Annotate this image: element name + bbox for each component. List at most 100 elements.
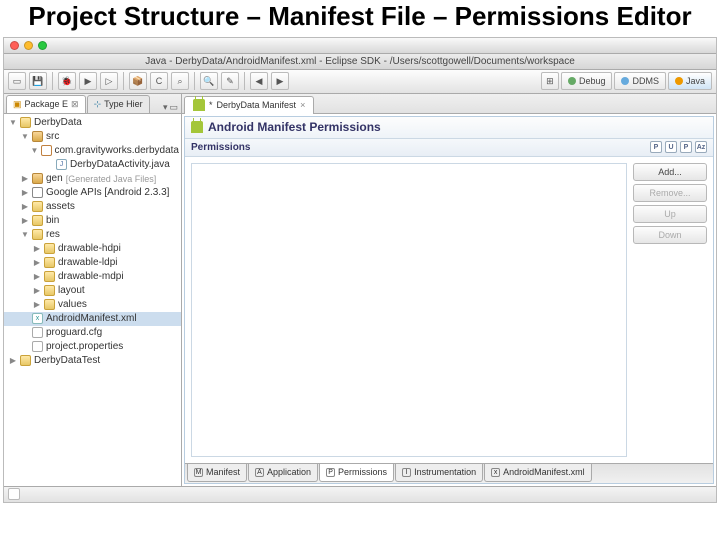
disclosure-icon[interactable]: ▶: [33, 244, 41, 253]
perspective-debug[interactable]: Debug: [561, 72, 613, 90]
folder-icon: [44, 243, 55, 254]
tree-item[interactable]: ▶ values: [4, 298, 181, 312]
tree-item[interactable]: ▼DerbyData: [4, 116, 181, 130]
disclosure-icon[interactable]: ▼: [21, 230, 29, 239]
permission-icon[interactable]: P: [650, 141, 662, 153]
run-button[interactable]: ▶: [79, 72, 97, 90]
tree-item-label: project.properties: [46, 341, 123, 352]
tree-item-label: proguard.cfg: [46, 327, 102, 338]
bottom-tab-androidmanifest-xml[interactable]: xAndroidManifest.xml: [484, 464, 592, 482]
new-package-button[interactable]: 📦: [129, 72, 147, 90]
tree-item[interactable]: project.properties: [4, 340, 181, 354]
disclosure-icon[interactable]: ▶: [21, 174, 29, 183]
tree-item-label: DerbyDataTest: [34, 355, 100, 366]
permissions-list[interactable]: [191, 163, 627, 457]
android-icon: [193, 99, 205, 111]
annotation-button[interactable]: ✎: [221, 72, 239, 90]
nav-fwd-button[interactable]: ▶: [271, 72, 289, 90]
tree-item[interactable]: ▶drawable-hdpi: [4, 242, 181, 256]
minimize-icon[interactable]: [24, 41, 33, 50]
perspective-ddms[interactable]: DDMS: [614, 72, 666, 90]
tab-package-explorer[interactable]: ▣ Package E ⊠: [6, 95, 86, 113]
disclosure-icon[interactable]: ▶: [21, 202, 29, 211]
tree-item[interactable]: ▶layout: [4, 284, 181, 298]
tree-item[interactable]: xAndroidManifest.xml: [4, 312, 181, 326]
disclosure-icon[interactable]: ▶: [33, 300, 41, 309]
run-ext-button[interactable]: ▷: [100, 72, 118, 90]
open-type-button[interactable]: ⌕: [171, 72, 189, 90]
disclosure-icon[interactable]: ▼: [21, 132, 29, 141]
editor-area: *DerbyData Manifest × Android Manifest P…: [182, 94, 716, 486]
ddms-icon: [621, 77, 629, 85]
tree-item[interactable]: ▶ bin: [4, 214, 181, 228]
disclosure-icon[interactable]: ▶: [21, 216, 29, 225]
disclosure-icon[interactable]: ▼: [31, 146, 39, 155]
tree-item[interactable]: ▼ res: [4, 228, 181, 242]
android-icon: [191, 121, 203, 133]
pkg-icon: [41, 145, 51, 156]
bottom-tab-application[interactable]: AApplication: [248, 464, 318, 482]
up-button[interactable]: Up: [633, 205, 707, 223]
permissions-section-header[interactable]: Permissions P U P Az: [185, 139, 713, 157]
save-button[interactable]: 💾: [29, 72, 47, 90]
java-icon: [675, 77, 683, 85]
zoom-icon[interactable]: [38, 41, 47, 50]
remove-button[interactable]: Remove...: [633, 184, 707, 202]
folder-icon: [32, 201, 43, 212]
folder-icon: [32, 215, 43, 226]
tree-item[interactable]: JDerbyDataActivity.java: [4, 158, 181, 172]
xml-icon: x: [32, 313, 43, 324]
tree-item-label: res: [46, 229, 60, 240]
down-button[interactable]: Down: [633, 226, 707, 244]
editor-tab-manifest[interactable]: *DerbyData Manifest ×: [184, 96, 314, 114]
close-icon[interactable]: [10, 41, 19, 50]
status-icon: [8, 488, 20, 500]
disclosure-icon[interactable]: ▼: [9, 118, 17, 127]
debug-button[interactable]: 🐞: [58, 72, 76, 90]
java-icon: J: [56, 159, 67, 170]
new-button[interactable]: ▭: [8, 72, 26, 90]
bottom-tab-instrumentation[interactable]: IInstrumentation: [395, 464, 483, 482]
folder-icon: [44, 285, 55, 296]
nav-back-button[interactable]: ◀: [250, 72, 268, 90]
tree-item[interactable]: ▶drawable-ldpi: [4, 256, 181, 270]
pkg-root-icon: [32, 131, 43, 142]
tree-item-label: bin: [46, 215, 59, 226]
tree-item[interactable]: ▶gen [Generated Java Files]: [4, 172, 181, 186]
disclosure-icon[interactable]: ▶: [21, 188, 29, 197]
project-tree[interactable]: ▼DerbyData▼src▼com.gravityworks.derbydat…: [4, 114, 181, 486]
tree-item-label: values: [58, 299, 87, 310]
sort-icon[interactable]: Az: [695, 141, 707, 153]
proj-icon: [20, 355, 31, 366]
permission-group-icon[interactable]: P: [680, 141, 692, 153]
add-button[interactable]: Add...: [633, 163, 707, 181]
folder-icon: [44, 299, 55, 310]
perspective-java[interactable]: Java: [668, 72, 712, 90]
status-bar: [4, 486, 716, 502]
tree-item[interactable]: ▼src: [4, 130, 181, 144]
tab-type-hierarchy[interactable]: ⊹ Type Hier: [87, 95, 150, 113]
disclosure-icon[interactable]: ▶: [33, 286, 41, 295]
hierarchy-icon: ⊹: [94, 99, 102, 110]
close-tab-icon[interactable]: ×: [300, 100, 305, 110]
disclosure-icon[interactable]: ▶: [33, 258, 41, 267]
disclosure-icon[interactable]: ▶: [33, 272, 41, 281]
bug-icon: [568, 77, 576, 85]
tree-item[interactable]: ▼com.gravityworks.derbydata: [4, 144, 181, 158]
tree-item[interactable]: proguard.cfg: [4, 326, 181, 340]
mac-titlebar: [4, 38, 716, 54]
slide-title: Project Structure – Manifest File – Perm…: [0, 0, 720, 37]
search-button[interactable]: 🔍: [200, 72, 218, 90]
tree-item[interactable]: ▶drawable-mdpi: [4, 270, 181, 284]
tree-item[interactable]: ▶Google APIs [Android 2.3.3]: [4, 186, 181, 200]
disclosure-icon[interactable]: ▶: [9, 356, 17, 365]
tree-item[interactable]: ▶ DerbyDataTest: [4, 354, 181, 368]
new-class-button[interactable]: C: [150, 72, 168, 90]
bottom-tab-manifest[interactable]: MManifest: [187, 464, 247, 482]
open-perspective-button[interactable]: ⊞: [541, 72, 559, 90]
bottom-tab-permissions[interactable]: PPermissions: [319, 464, 394, 482]
uses-permission-icon[interactable]: U: [665, 141, 677, 153]
view-menu-icon[interactable]: ▾: [163, 102, 168, 113]
tree-item[interactable]: ▶assets: [4, 200, 181, 214]
minimize-view-icon[interactable]: ▭: [169, 102, 178, 113]
